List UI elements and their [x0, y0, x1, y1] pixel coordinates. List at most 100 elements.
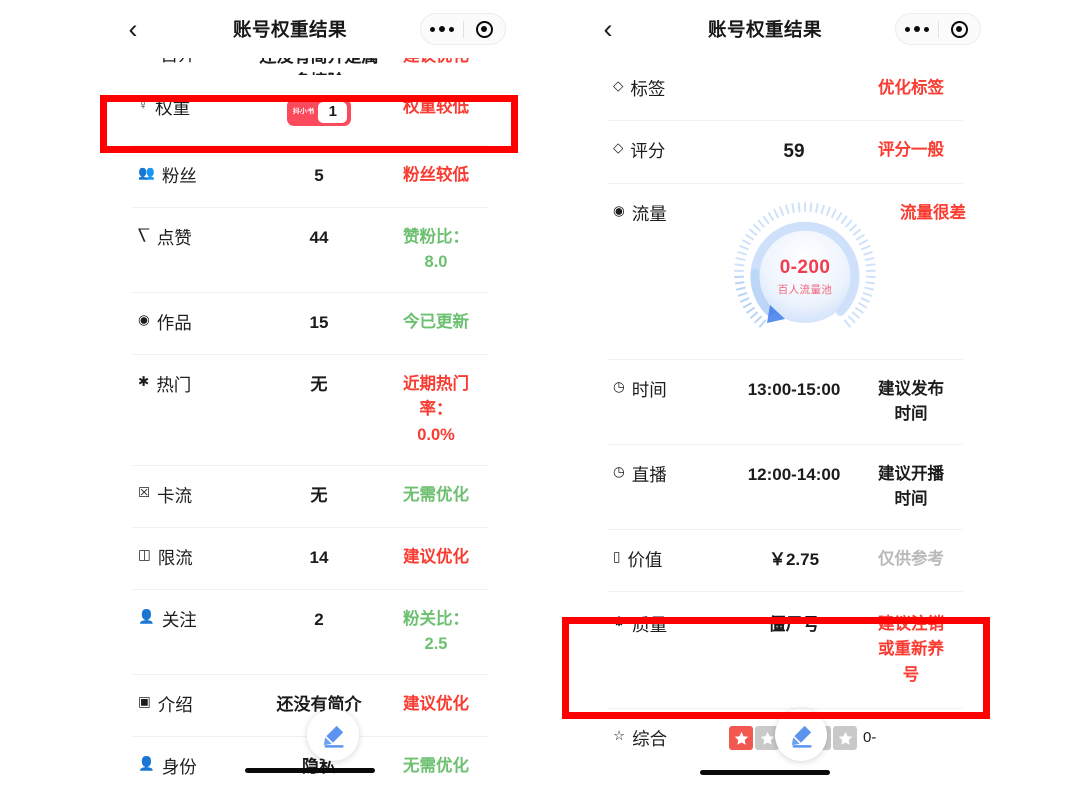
star-outline-icon: ☆ [613, 728, 626, 744]
ring [950, 20, 968, 38]
row-status-quality: 建议注销 或重新养 号 [878, 614, 944, 684]
row-label-throttle: ◫ 限流 [132, 545, 254, 570]
label-text: 权重 [155, 98, 191, 118]
table-row-throttle[interactable]: ◫ 限流 14 建议优化 [132, 526, 488, 589]
table-row-tag[interactable]: ◇ 标签 优化标签 [607, 58, 963, 120]
table-row-fans[interactable]: 👥 粉丝 5 粉丝较低 [132, 144, 488, 207]
label-text: 直播 [631, 464, 667, 485]
gauge-pool-label: 百人流量池 [777, 283, 833, 296]
row-value-following: 2 [314, 609, 324, 629]
label-text: 卡流 [157, 485, 193, 506]
back-chevron-icon[interactable]: ‹ [585, 15, 631, 43]
row-value-cardflow: 无 [310, 485, 328, 505]
row-label-cardflow: ☒ 卡流 [132, 483, 254, 508]
star-chip [833, 726, 857, 751]
clipped-row-value: 还没有简介是属多擦除 [254, 58, 384, 75]
label-text: 限流 [157, 547, 193, 568]
label-text: 点赞 [156, 227, 192, 248]
people-icon: 👥 [138, 164, 155, 180]
row-value-livetime: 12:00-14:00 [747, 464, 841, 484]
home-indicator-left [245, 768, 375, 773]
table-row-weight[interactable]: ☿ 权重 抖小书 1 权重较低 [132, 75, 488, 145]
gauge-range: 0-200 [779, 256, 831, 278]
row-label-trending: ✱ 热门 [132, 372, 254, 397]
row-value-quality: 僵尸号 [768, 614, 820, 634]
table-row-works[interactable]: ◉ 作品 15 今已更新 [132, 291, 488, 354]
ring-center [481, 26, 488, 32]
money-icon: ▯ [613, 548, 621, 564]
row-label-works: ◉ 作品 [132, 310, 254, 335]
table-row-traffic[interactable]: ◉ 流量 0-200 百人流量池 流量很差 [607, 182, 966, 359]
location-pin-icon: ☿ [138, 97, 149, 112]
table-row-livetime[interactable]: ◷ 直播 12:00-14:00 建议开播 时间 [607, 443, 963, 529]
dot [923, 26, 929, 32]
clock-icon: ◷ [613, 463, 625, 479]
row-label-fans: 👥 粉丝 [132, 163, 254, 188]
row-label-tag: ◇ 标签 [607, 76, 729, 101]
miniprogram-capsule[interactable] [895, 13, 981, 45]
table-row-cardflow[interactable]: ☒ 卡流 无 无需优化 [132, 464, 488, 527]
row-status-works: 今已更新 [403, 312, 469, 331]
row-label-identity: 👤 身份 [132, 754, 254, 779]
row-status-throttle: 建议优化 [403, 547, 469, 566]
table-row-value[interactable]: ▯ 价值 ￥2.75 仅供参考 [607, 528, 963, 591]
table-row-likes[interactable]: ⎲ 点赞 44 赞粉比： 8.0 [132, 206, 488, 292]
table-row-posttime[interactable]: ◷ 时间 13:00-15:00 建议发布 时间 [607, 358, 963, 444]
row-status-weight: 权重较低 [403, 98, 469, 116]
row-label-livetime: ◷ 直播 [607, 462, 729, 487]
table-row-trending[interactable]: ✱ 热门 无 近期热门 率： 0.0% [132, 353, 488, 465]
row-label-score: ◇ 评分 [607, 138, 729, 163]
edit-pencil-icon [791, 725, 812, 748]
miniprogram-capsule[interactable] [420, 13, 506, 45]
target-circle-icon[interactable] [464, 20, 506, 38]
label-text: 评分 [630, 141, 666, 161]
tag-icon: ◇ [613, 78, 624, 93]
table-row-quality[interactable]: ⚙ 质量 僵尸号 建议注销 或重新养 号 [607, 590, 963, 709]
label-text: 标签 [630, 79, 666, 99]
row-value-traffic: 0-200 百人流量池 [729, 201, 881, 351]
more-dots-icon[interactable] [896, 25, 938, 33]
right-phone-panel: ‹ 账号权重结果 ◇ 标签 优化标签 ◇ 评分 59 评分一般 ◉ 流量 0-2… [585, 0, 985, 805]
edit-fab-right[interactable] [775, 709, 827, 761]
row-status-posttime: 建议发布 时间 [878, 379, 944, 424]
row-value-throttle: 14 [309, 547, 329, 567]
more-dots-icon[interactable] [421, 25, 463, 33]
row-status-value: 仅供参考 [878, 549, 944, 568]
label-text: 综合 [632, 729, 668, 750]
edit-fab-left[interactable] [307, 709, 359, 761]
person-add-icon: 👤 [138, 608, 155, 624]
page-title: 账号权重结果 [707, 19, 822, 40]
row-value-likes: 44 [309, 227, 329, 247]
table-row-following[interactable]: 👤 关注 2 粉关比： 2.5 [132, 588, 488, 674]
target-circle-icon[interactable] [939, 20, 981, 38]
row-status-identity: 无需优化 [403, 756, 469, 775]
person-icon: 👤 [138, 755, 155, 771]
row-label-traffic: ◉ 流量 [607, 201, 729, 226]
doc-icon: ◫ [138, 546, 151, 562]
label-text: 热门 [156, 374, 192, 395]
row-status-trending: 近期热门 率： 0.0% [403, 374, 469, 444]
row-value-weight: 抖小书 1 [254, 95, 384, 126]
atom-icon: ⚙ [613, 613, 626, 629]
row-value-posttime: 13:00-15:00 [747, 379, 841, 399]
row-value-score: 59 [783, 141, 805, 162]
row-label-value: ▯ 价值 [607, 547, 729, 572]
thumb-icon: ⎲ [138, 226, 150, 242]
row-label-posttime: ◷ 时间 [607, 377, 729, 402]
row-status-score: 评分一般 [878, 141, 944, 159]
table-row-score[interactable]: ◇ 评分 59 评分一般 [607, 120, 963, 183]
row-value-fans: 5 [314, 165, 324, 185]
back-chevron-icon[interactable]: ‹ [110, 15, 156, 43]
star-chip [729, 726, 753, 751]
row-label-quality: ⚙ 质量 [607, 612, 729, 637]
label-text: 流量 [631, 203, 667, 224]
row-label-likes: ⎲ 点赞 [132, 225, 254, 250]
note-icon: ▣ [138, 693, 151, 709]
badge-label: 抖小书 [292, 108, 315, 115]
dot [913, 25, 920, 33]
traffic-gauge: 0-200 百人流量池 [729, 201, 881, 351]
row-status-cardflow: 无需优化 [403, 485, 469, 504]
ring-center [956, 26, 963, 32]
screenshot-stage: ‹ 账号权重结果 一 自介 还没有简介是属多擦除 建议优化 [0, 0, 1080, 805]
row-status-livetime: 建议开播 时间 [878, 464, 944, 509]
